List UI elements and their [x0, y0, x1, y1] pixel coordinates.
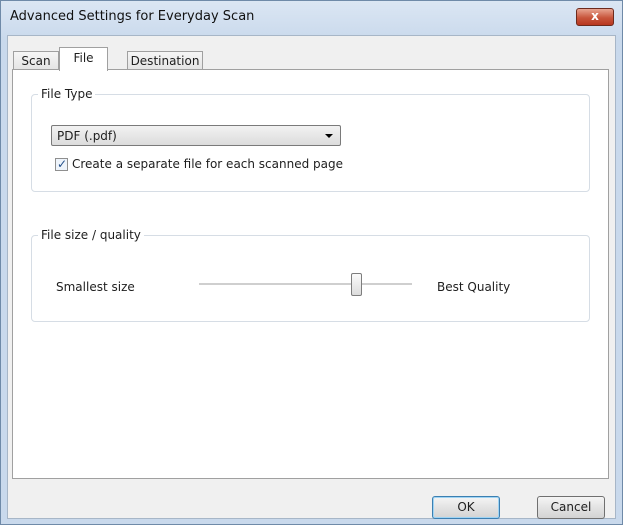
- slider-min-label: Smallest size: [56, 280, 135, 294]
- ok-button-label: OK: [457, 500, 475, 514]
- file-type-group: File Type PDF (.pdf) ✓ Create a separate…: [31, 87, 590, 192]
- tab-scan[interactable]: Scan: [13, 51, 59, 70]
- separate-file-label: Create a separate file for each scanned …: [72, 157, 344, 171]
- slider-max-label: Best Quality: [437, 280, 511, 294]
- quality-slider-thumb[interactable]: [351, 273, 362, 296]
- quality-slider-track[interactable]: [199, 283, 412, 286]
- file-type-selected-value: PDF (.pdf): [57, 129, 117, 143]
- close-icon: x: [591, 9, 599, 23]
- cancel-button-label: Cancel: [550, 500, 592, 514]
- tab-strip: Scan File Destination: [13, 47, 413, 71]
- tab-file[interactable]: File: [59, 47, 108, 71]
- file-type-group-label: File Type: [41, 87, 93, 101]
- checkmark-icon: ✓: [57, 157, 68, 171]
- title-bar[interactable]: Advanced Settings for Everyday Scan x: [1, 1, 622, 35]
- file-tab-panel: File Type PDF (.pdf) ✓ Create a separate…: [12, 69, 609, 479]
- dialog-window: Advanced Settings for Everyday Scan x Sc…: [0, 0, 623, 525]
- cancel-button[interactable]: Cancel: [537, 496, 605, 519]
- file-size-quality-group-label: File size / quality: [41, 228, 141, 242]
- tab-destination-label: Destination: [130, 54, 200, 68]
- separate-file-checkbox[interactable]: ✓: [55, 157, 68, 171]
- file-size-quality-group: File size / quality Smallest size Best Q…: [31, 228, 590, 322]
- dialog-body: Scan File Destination File Type PDF (.pd…: [7, 35, 616, 519]
- tab-file-label: File: [73, 51, 94, 65]
- file-type-dropdown[interactable]: PDF (.pdf): [51, 125, 341, 146]
- chevron-down-icon: [325, 134, 333, 138]
- tab-scan-label: Scan: [21, 54, 51, 68]
- ok-button[interactable]: OK: [432, 496, 500, 519]
- window-title: Advanced Settings for Everyday Scan: [10, 9, 255, 24]
- tab-destination[interactable]: Destination: [127, 51, 203, 70]
- close-button[interactable]: x: [576, 8, 614, 26]
